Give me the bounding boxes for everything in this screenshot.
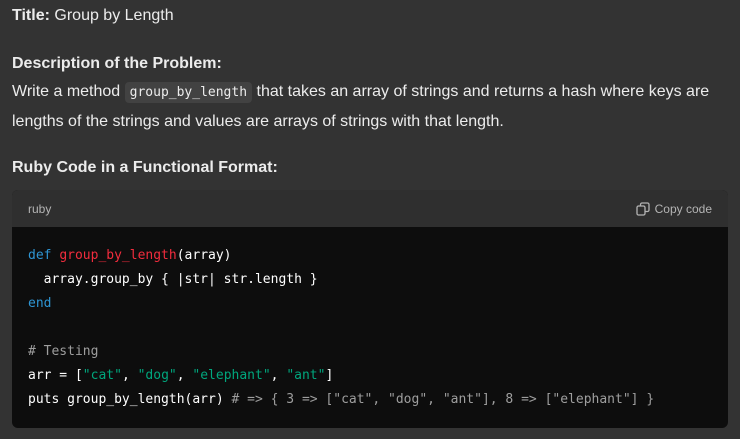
- code-comment: # => { 3 => ["cat", "dog", "ant"], 8 => …: [231, 392, 655, 407]
- code-string: "dog": [137, 368, 177, 383]
- code-heading: Ruby Code in a Functional Format:: [12, 159, 278, 176]
- code-string: "elephant": [192, 368, 271, 383]
- code-line: # Testing: [28, 340, 712, 364]
- title-label: Title:: [12, 7, 50, 24]
- code-line: array.group_by { |str| str.length }: [28, 272, 318, 287]
- copy-code-label: Copy code: [654, 201, 712, 216]
- code-line: end: [28, 292, 712, 316]
- description-heading: Description of the Problem:: [12, 55, 222, 72]
- code-params: (array): [176, 248, 232, 263]
- code-language-label: ruby: [28, 201, 52, 216]
- code-string: "cat": [82, 368, 122, 383]
- code-line: puts group_by_length(arr) # => { 3 => ["…: [28, 388, 712, 412]
- description-text-before: Write a method: [12, 83, 125, 100]
- code-text: puts group_by_length(arr): [28, 392, 232, 407]
- copy-icon: [635, 201, 650, 216]
- code-line: arr = ["cat", "dog", "elephant", "ant"]: [28, 368, 334, 383]
- inline-code-method-name: group_by_length: [124, 82, 253, 103]
- code-text: arr = [: [28, 368, 83, 383]
- code-string: "ant": [286, 368, 326, 383]
- code-block-header: ruby Copy code: [12, 190, 728, 227]
- code-comment: # Testing: [28, 344, 99, 359]
- code-keyword-end: end: [28, 296, 52, 311]
- code-function-name: group_by_length: [59, 248, 177, 263]
- code-block: ruby Copy code def group_by_length(array…: [12, 190, 728, 428]
- code-body: def group_by_length(array) array.group_b…: [12, 227, 728, 412]
- code-line: def group_by_length(array): [28, 244, 712, 268]
- copy-code-button[interactable]: Copy code: [635, 201, 712, 216]
- description-text: Write a method group_by_length that take…: [12, 77, 728, 136]
- code-text: ]: [325, 368, 334, 383]
- title-line: Title: Group by Length: [12, 6, 174, 26]
- title-value: Group by Length: [54, 7, 174, 24]
- code-keyword-def: def: [28, 248, 52, 263]
